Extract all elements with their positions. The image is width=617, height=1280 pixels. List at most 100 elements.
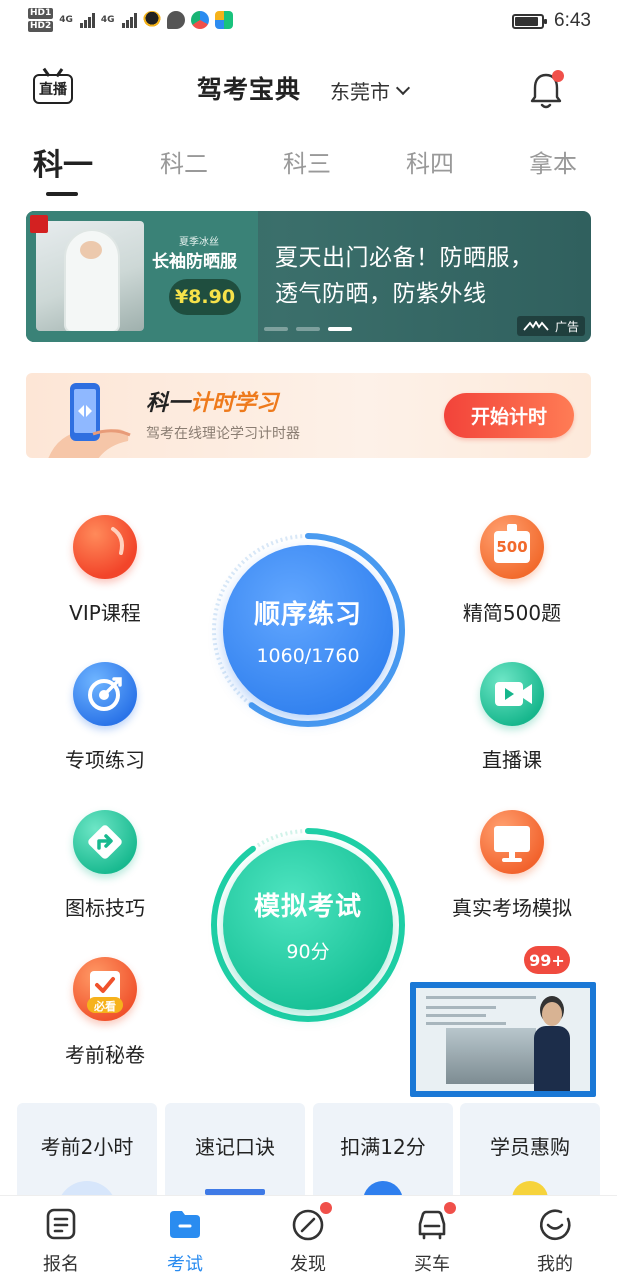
phone-hand-illustration xyxy=(48,383,131,458)
form-icon xyxy=(41,1204,81,1244)
smile-icon xyxy=(535,1204,575,1244)
timer-subtitle: 驾考在线理论学习计时器 xyxy=(146,426,300,442)
special-practice-label: 专项练习 xyxy=(65,748,145,772)
road-sign-icon xyxy=(73,810,137,874)
nav-discover-label: 发现 xyxy=(290,1254,326,1275)
question-set-500-icon-text: 500 xyxy=(496,538,528,556)
floating-live-video[interactable] xyxy=(410,982,596,1097)
tab-subject-3[interactable]: 科三 xyxy=(283,144,331,179)
car-icon xyxy=(412,1202,456,1244)
banner-dot-2 xyxy=(296,327,320,331)
practice-title: 顺序练习 xyxy=(253,599,362,630)
video-play-icon xyxy=(480,662,544,726)
nav-buy-car[interactable]: 买车 xyxy=(387,1202,477,1276)
live-video-screen xyxy=(416,988,590,1091)
news-app-icon xyxy=(190,11,209,29)
nav-discover-dot xyxy=(320,1202,332,1214)
notification-dot xyxy=(552,70,564,82)
sequential-practice-button[interactable]: 顺序练习 1060/1760 xyxy=(208,530,408,730)
net2-label: 4G xyxy=(100,15,115,25)
live-tv-icon: 直播 xyxy=(33,74,73,104)
question-set-500-icon: 500 xyxy=(480,515,544,579)
sign-tips-label: 图标技巧 xyxy=(65,896,145,920)
nav-buy-car-label: 买车 xyxy=(414,1254,450,1275)
live-label: 直播 xyxy=(39,82,67,98)
practice-progress-text: 1060/1760 xyxy=(256,644,360,667)
mock-core: 模拟考试 90分 xyxy=(223,840,393,1010)
exam-secret-entry[interactable]: 必看 考前秘卷 xyxy=(30,957,180,1068)
banner-product-panel: 夏季冰丝 长袖防晒服 ¥8.90 xyxy=(26,211,258,342)
live-video-scene xyxy=(446,1028,536,1084)
product-face xyxy=(80,241,102,259)
practice-core: 顺序练习 1060/1760 xyxy=(223,545,393,715)
ad-network-icon xyxy=(523,321,549,331)
banner-dot-1 xyxy=(264,327,288,331)
timed-study-card[interactable]: 科一计时学习 驾考在线理论学习计时器 开始计时 xyxy=(26,373,591,458)
status-time: 6:43 xyxy=(554,10,591,31)
target-icon xyxy=(73,662,137,726)
hd-indicator: HD1 HD2 xyxy=(28,8,54,32)
live-course-entry[interactable]: 直播课 xyxy=(437,662,587,773)
tab-subject-1[interactable]: 科一 xyxy=(33,140,93,184)
timer-title-subject: 科一 xyxy=(146,391,191,416)
nav-mine-label: 我的 xyxy=(537,1254,573,1275)
status-right: 6:43 xyxy=(512,10,591,32)
quick-card-mnemonic[interactable]: 速记口诀 xyxy=(165,1103,305,1203)
real-exam-sim-entry[interactable]: 真实考场模拟 xyxy=(437,810,587,921)
price-tag: ¥8.90 xyxy=(169,279,241,315)
qq-icon xyxy=(142,11,161,29)
quick-card-2hours-label: 考前2小时 xyxy=(40,1135,134,1159)
start-timer-button[interactable]: 开始计时 xyxy=(444,393,574,438)
banner-dot-3-active xyxy=(328,327,352,331)
vip-course-icon xyxy=(73,515,137,579)
vip-course-entry[interactable]: VIP课程 xyxy=(30,515,180,626)
status-bar: HD1 HD2 4G 4G 6:43 xyxy=(0,0,617,46)
ad-banner[interactable]: 夏季冰丝 长袖防晒服 ¥8.90 夏天出门必备！防晒服， 透气防晒，防紫外线 广… xyxy=(26,211,591,342)
mock-title: 模拟考试 xyxy=(253,892,362,922)
vip-course-label: VIP课程 xyxy=(69,601,141,625)
app-title: 驾考宝典 xyxy=(197,75,302,104)
subject-tabs: 科一 科二 科三 科四 拿本 xyxy=(0,140,617,200)
notification-bell-button[interactable] xyxy=(528,70,564,110)
quick-card-mnemonic-label: 速记口诀 xyxy=(195,1135,275,1159)
unread-count-badge: 99+ xyxy=(524,946,570,974)
exam-secret-icon-text: 必看 xyxy=(94,1000,116,1013)
mock-exam-button[interactable]: 模拟考试 90分 xyxy=(208,825,408,1025)
app-header: 直播 驾考宝典 东莞市 xyxy=(0,60,617,120)
nav-signup-label: 报名 xyxy=(43,1254,79,1275)
sign-tips-entry[interactable]: 图标技巧 xyxy=(30,810,180,921)
promo-title: 长袖防晒服 xyxy=(152,252,237,272)
compass-icon xyxy=(288,1202,332,1244)
quick-card-12points[interactable]: 扣满12分 xyxy=(313,1103,453,1203)
quick-card-2hours[interactable]: 考前2小时 xyxy=(17,1103,157,1203)
timer-title-action: 计时学习 xyxy=(190,391,279,416)
bottom-navigation: 报名 考试 发现 买车 我的 xyxy=(0,1195,617,1280)
battery-icon xyxy=(512,13,548,29)
nav-exam-label: 考试 xyxy=(167,1254,203,1275)
banner-pagination xyxy=(264,327,352,331)
nav-discover[interactable]: 发现 xyxy=(263,1202,353,1276)
timer-title: 科一计时学习 xyxy=(146,385,278,417)
nav-exam[interactable]: 考试 xyxy=(140,1204,230,1276)
live-presenter xyxy=(534,1002,570,1091)
net1-label: 4G xyxy=(59,15,73,25)
banner-headline-line2: 透气防晒，防紫外线 xyxy=(275,281,487,307)
nav-mine[interactable]: 我的 xyxy=(510,1204,600,1276)
nav-signup[interactable]: 报名 xyxy=(16,1204,106,1276)
signal-icon xyxy=(79,12,95,28)
select-500-entry[interactable]: 500 精简500题 xyxy=(437,515,587,626)
exam-secret-label: 考前秘卷 xyxy=(65,1043,145,1067)
tab-subject-4[interactable]: 科四 xyxy=(406,144,454,179)
chevron-down-icon xyxy=(395,80,411,96)
tab-subject-2[interactable]: 科二 xyxy=(160,144,208,179)
quick-card-student-deals-label: 学员惠购 xyxy=(490,1135,570,1159)
live-tv-button[interactable]: 直播 xyxy=(33,68,75,108)
tab-active-indicator xyxy=(46,192,78,196)
ad-tag: 广告 xyxy=(516,316,585,336)
ad-label: 广告 xyxy=(554,319,579,334)
special-practice-entry[interactable]: 专项练习 xyxy=(30,662,180,773)
tab-get-license[interactable]: 拿本 xyxy=(529,144,577,179)
city-selector[interactable]: 东莞市 xyxy=(330,76,411,105)
quick-card-student-deals[interactable]: 学员惠购 xyxy=(460,1103,600,1203)
banner-headline-line1: 夏天出门必备！防晒服， xyxy=(275,245,534,271)
